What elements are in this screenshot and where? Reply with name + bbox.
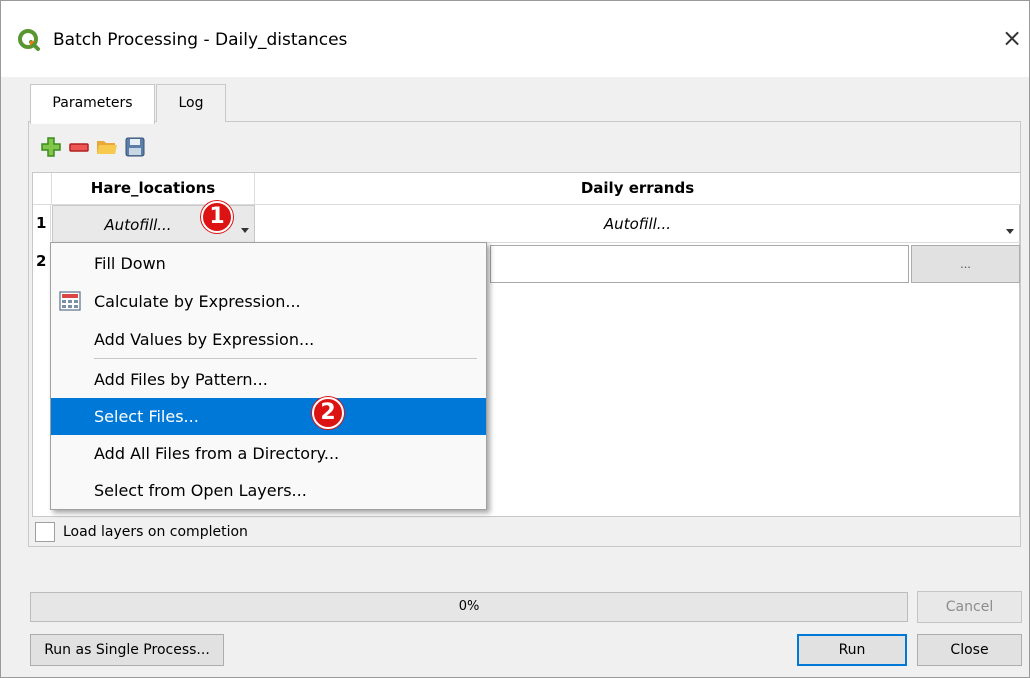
title-bar: Batch Processing - Daily_distances × <box>1 1 1029 77</box>
menu-separator <box>94 358 477 359</box>
autofill-dropdown-daily-errands[interactable]: Autofill... <box>255 205 1020 243</box>
add-row-icon[interactable] <box>39 135 63 159</box>
menu-item-fill-down[interactable]: Fill Down <box>51 245 486 282</box>
row-number: 1 <box>33 205 51 241</box>
tab-log[interactable]: Log <box>156 84 226 122</box>
autofill-menu: Fill Down Calculate by Expression... Add… <box>50 242 487 510</box>
save-icon[interactable] <box>123 135 147 159</box>
menu-item-calculate-by-expression[interactable]: Calculate by Expression... <box>51 283 486 320</box>
browse-button[interactable]: ... <box>911 245 1020 283</box>
progress-bar: 0% <box>30 592 908 622</box>
window-title: Batch Processing - Daily_distances <box>53 30 348 50</box>
qgis-logo-icon <box>18 29 40 51</box>
tab-parameters[interactable]: Parameters <box>30 84 155 124</box>
menu-item-label: Calculate by Expression... <box>94 292 301 311</box>
menu-item-add-files-by-pattern[interactable]: Add Files by Pattern... <box>51 361 486 398</box>
column-header-hare-locations[interactable]: Hare_locations <box>52 173 255 205</box>
row-number: 2 <box>33 243 51 279</box>
cancel-button[interactable]: Cancel <box>917 591 1022 623</box>
annotation-badge-1: 1 <box>201 201 233 233</box>
header-corner <box>33 173 52 205</box>
load-layers-label: Load layers on completion <box>63 524 248 540</box>
batch-processing-dialog: Batch Processing - Daily_distances × Par… <box>0 0 1030 678</box>
column-header-daily-errands[interactable]: Daily errands <box>255 173 1020 205</box>
run-button[interactable]: Run <box>797 634 907 666</box>
menu-item-select-from-open-layers[interactable]: Select from Open Layers... <box>51 472 486 509</box>
menu-item-add-all-files-from-directory[interactable]: Add All Files from a Directory... <box>51 435 486 472</box>
open-folder-icon[interactable] <box>95 135 119 159</box>
menu-item-select-files[interactable]: Select Files... <box>51 398 486 435</box>
daily-errands-input[interactable] <box>490 245 909 283</box>
remove-row-icon[interactable] <box>67 135 91 159</box>
calculator-icon <box>59 291 81 311</box>
annotation-badge-2: 2 <box>312 397 344 429</box>
autofill-label: Autofill... <box>104 216 172 234</box>
run-single-process-button[interactable]: Run as Single Process... <box>30 634 224 666</box>
close-icon[interactable]: × <box>999 25 1025 51</box>
menu-item-add-values-by-expression[interactable]: Add Values by Expression... <box>51 321 486 358</box>
chevron-down-icon <box>241 228 249 233</box>
load-layers-checkbox[interactable] <box>35 522 55 542</box>
close-button[interactable]: Close <box>917 634 1022 666</box>
autofill-label: Autofill... <box>603 215 672 233</box>
chevron-down-icon <box>1006 229 1014 234</box>
